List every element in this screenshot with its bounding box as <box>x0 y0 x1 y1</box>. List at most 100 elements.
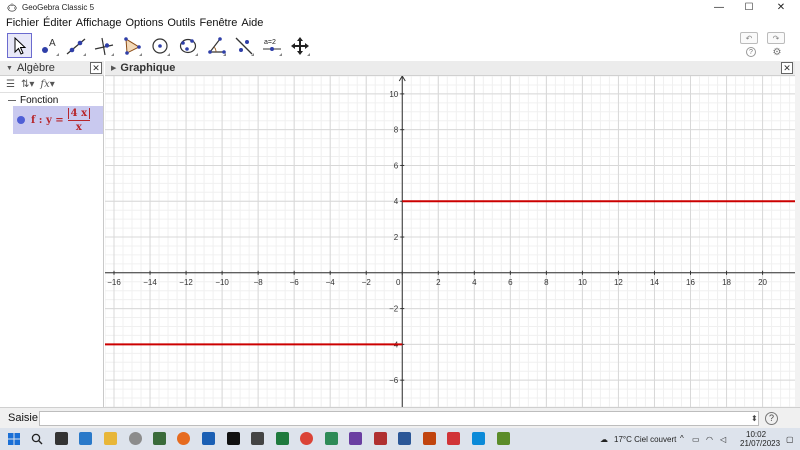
sparkle-app-icon[interactable] <box>349 432 362 445</box>
tray-chevron-icon[interactable]: ^ <box>680 434 684 443</box>
title-bar: GeoGebra Classic 5 <box>0 0 800 15</box>
move-tool-button[interactable] <box>7 33 32 58</box>
x-tick-label: 10 <box>578 278 587 287</box>
move-graphics-tool-button[interactable] <box>287 33 312 58</box>
network-icon[interactable]: ▭ <box>692 435 700 444</box>
fraction-denominator: x <box>75 121 82 133</box>
mail-icon[interactable] <box>202 432 215 445</box>
notification-icon[interactable]: ▢ <box>786 435 794 444</box>
input-help-button[interactable]: ? <box>765 412 778 425</box>
graphics-title: Graphique <box>120 62 176 74</box>
close-algebra-button[interactable]: ✕ <box>90 62 102 74</box>
algebra-title: Algèbre <box>16 62 55 74</box>
circle-three-points-tool-button[interactable] <box>175 33 200 58</box>
help-toolbar-button[interactable]: ? <box>746 47 756 57</box>
maximize-button[interactable]: ☐ <box>734 0 764 15</box>
auxiliary-objects-icon[interactable]: ☰ <box>6 79 15 90</box>
undo-button[interactable]: ↶ <box>740 32 758 44</box>
perpendicular-tool-button[interactable] <box>91 33 116 58</box>
function-object-row[interactable]: f : y = 4 x x <box>13 106 103 134</box>
x-tick-label: 8 <box>544 278 549 287</box>
word-icon[interactable] <box>398 432 411 445</box>
x-tick-label: 2 <box>436 278 441 287</box>
clock-time[interactable]: 10:02 <box>746 430 766 439</box>
function-expression: f : y = 4 x x <box>31 107 91 133</box>
visibility-toggle[interactable] <box>17 116 25 124</box>
powerpoint-icon[interactable] <box>423 432 436 445</box>
office-icon[interactable] <box>447 432 460 445</box>
window-title: GeoGebra Classic 5 <box>22 3 95 12</box>
sort-by-icon[interactable]: ⇅▾ <box>21 79 34 90</box>
graphics-canvas[interactable]: −16 −14 −12 −10 −8 −6 −4 −2 0 2 4 6 8 10 12 14 16 18 20 −6 −… <box>105 76 795 407</box>
algebra-category[interactable]: Fonction <box>8 95 58 106</box>
point-tool-button[interactable]: A <box>36 33 61 58</box>
wifi-icon[interactable]: ◠ <box>706 435 713 444</box>
maps-icon[interactable] <box>325 432 338 445</box>
menu-editer[interactable]: Éditer <box>43 17 72 29</box>
chat-icon[interactable] <box>79 432 92 445</box>
x-tick-label: −2 <box>362 278 372 287</box>
file-explorer-icon[interactable] <box>104 432 117 445</box>
fraction-numerator: 4 x <box>67 107 91 119</box>
x-tick-label: 6 <box>508 278 513 287</box>
reflect-tool-button[interactable] <box>231 33 256 58</box>
circle-tool-button[interactable] <box>147 33 172 58</box>
input-history-arrow-icon[interactable]: ⬍ <box>751 414 758 423</box>
windows-start-icon[interactable] <box>8 433 20 445</box>
task-view-icon[interactable] <box>55 432 68 445</box>
settings-button[interactable]: ⚙ <box>772 47 782 58</box>
redo-button[interactable]: ↷ <box>767 32 785 44</box>
x-tick-label: 18 <box>722 278 731 287</box>
input-field[interactable] <box>39 411 759 426</box>
x-tick-label: −16 <box>107 278 121 287</box>
menu-aide[interactable]: Aide <box>241 17 263 29</box>
close-graphics-button[interactable]: ✕ <box>781 62 793 74</box>
media-icon[interactable] <box>251 432 264 445</box>
y-tick-label: 8 <box>394 126 399 135</box>
menu-fenetre[interactable]: Fenêtre <box>199 17 237 29</box>
menu-outils[interactable]: Outils <box>167 17 195 29</box>
line-tool-button[interactable] <box>63 33 88 58</box>
close-window-button[interactable]: ✕ <box>766 0 796 15</box>
category-label: Fonction <box>20 95 59 106</box>
x-tick-label: −14 <box>143 278 157 287</box>
teams-icon[interactable] <box>472 432 485 445</box>
description-mode-icon[interactable]: fx▾ <box>40 79 54 90</box>
clock-date[interactable]: 21/07/2023 <box>740 439 780 448</box>
weather-text[interactable]: 17°C Ciel couvert <box>614 435 676 444</box>
chrome-icon[interactable] <box>300 432 313 445</box>
x-tick-label: −4 <box>326 278 336 287</box>
menu-affichage[interactable]: Affichage <box>76 17 122 29</box>
menu-fichier[interactable]: Fichier <box>6 17 39 29</box>
x-tick-label: 12 <box>614 278 623 287</box>
app-grid-icon[interactable] <box>153 432 166 445</box>
y-tick-label: 4 <box>394 197 399 206</box>
fraction: 4 x x <box>67 107 91 133</box>
volume-icon[interactable]: ◁ <box>720 435 726 444</box>
right-edge-handle[interactable] <box>795 61 800 407</box>
windows-taskbar: ☁ 17°C Ciel couvert ^ ▭ ◠ ◁ 10:02 21/07/… <box>0 428 800 450</box>
x-tick-label: 0 <box>396 278 401 287</box>
polygon-tool-button[interactable] <box>119 33 144 58</box>
x-tick-label: −6 <box>290 278 300 287</box>
x-tick-label: 16 <box>686 278 695 287</box>
algebra-header: ▼ Algèbre ✕ <box>0 61 104 76</box>
search-icon[interactable] <box>31 433 43 445</box>
svg-text:A: A <box>49 38 56 49</box>
terminal-icon[interactable] <box>227 432 240 445</box>
pdf-icon[interactable] <box>374 432 387 445</box>
y-tick-label: 2 <box>394 233 399 242</box>
y-tick-label: 6 <box>394 161 399 170</box>
firefox-icon[interactable] <box>177 432 190 445</box>
collapse-triangle-icon[interactable]: ▼ <box>6 65 13 72</box>
notes-icon[interactable] <box>497 432 510 445</box>
graphics-view: ▶ Graphique ✕ −16 −14 −12 −10 −8 −6 −4 −2 0 2 4 6 8 1… <box>105 61 795 407</box>
excel-icon[interactable] <box>276 432 289 445</box>
angle-tool-button[interactable] <box>203 33 228 58</box>
input-bar: Saisie: ⬍ ? <box>0 407 800 428</box>
geogebra-taskbar-icon[interactable] <box>129 432 142 445</box>
slider-tool-button[interactable]: a=2 <box>259 33 284 58</box>
expand-triangle-icon[interactable]: ▶ <box>111 64 116 72</box>
minimize-button[interactable]: — <box>704 0 734 15</box>
menu-options[interactable]: Options <box>125 17 163 29</box>
